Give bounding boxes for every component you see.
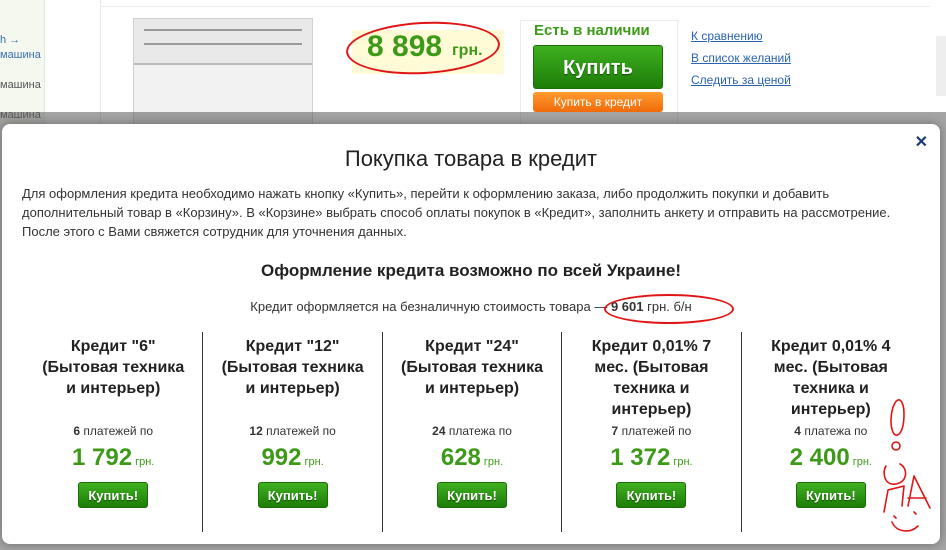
credit-instructions: Для оформления кредита необходимо нажать… — [22, 186, 891, 239]
plan-buy-button[interactable]: Купить! — [437, 482, 508, 508]
left-nav-item[interactable]: машина — [0, 79, 41, 91]
price-watch-link[interactable]: Следить за ценой — [691, 73, 791, 87]
plan-payment-amount: 1 792 грн. — [72, 444, 155, 471]
left-nav: h → машина машина машина — [0, 0, 45, 130]
plan-title: Кредит 0,01% 7 мес. (Бытовая техника и и… — [591, 338, 712, 418]
credit-plan: Кредит "6" (Бытовая техника и интерьер) … — [24, 332, 202, 532]
plan-buy-button[interactable]: Купить! — [616, 482, 687, 508]
wishlist-link[interactable]: В список желаний — [691, 51, 791, 65]
plan-title: Кредит "6" (Бытовая техника и интерьер) — [42, 338, 185, 397]
plan-buy-button[interactable]: Купить! — [257, 482, 328, 508]
plan-title: Кредит "24" (Бытовая техника и интерьер) — [401, 338, 544, 397]
product-links: К сравнению В список желаний Следить за … — [691, 29, 791, 95]
plan-payment-amount: 1 372 грн. — [610, 444, 693, 471]
buy-on-credit-button[interactable]: Купить в кредит — [533, 92, 663, 112]
plan-buy-button[interactable]: Купить! — [78, 482, 149, 508]
compare-link[interactable]: К сравнению — [691, 29, 791, 43]
divider — [100, 6, 930, 7]
plan-payment-count: 24 платежа по — [432, 424, 512, 438]
plan-payment-amount: 628 грн. — [440, 444, 504, 471]
credit-plan: Кредит "24" (Бытовая техника и интерьер)… — [381, 332, 561, 532]
plan-payment-count: 12 платежей по — [249, 424, 336, 438]
sidebar-fragment — [936, 36, 946, 96]
modal-title: Покупка товара в кредит — [344, 146, 598, 171]
credit-plans: Кредит "6" (Бытовая техника и интерьер) … — [24, 332, 920, 532]
availability-label: Есть в наличии — [534, 22, 650, 39]
plan-payment-amount: 992 грн. — [261, 444, 324, 471]
credit-modal: ✕ Покупка товара в кредит Для оформления… — [2, 124, 940, 544]
plan-title: Кредит "12" (Бытовая техника и интерьер) — [221, 338, 364, 397]
plan-buy-button[interactable]: Купить! — [795, 482, 866, 508]
credit-plan: Кредит "12" (Бытовая техника и интерьер)… — [202, 332, 381, 532]
credit-note-prefix: Кредит оформляется на безналичную стоимо… — [250, 299, 611, 314]
buy-button[interactable]: Купить — [533, 45, 663, 89]
left-nav-link[interactable]: h → — [0, 34, 20, 46]
divider — [100, 0, 101, 130]
left-nav-item[interactable]: машина — [0, 49, 41, 61]
credit-plan: Кредит 0,01% 7 мес. (Бытовая техника и и… — [561, 332, 740, 532]
credit-subheading: Оформление кредита возможно по всей Укра… — [261, 261, 681, 280]
credit-price-note: Кредит оформляется на безналичную стоимо… — [2, 299, 940, 314]
amount-annotation-circle — [604, 294, 734, 324]
handwritten-annotation — [883, 399, 931, 532]
plan-payment-count: 6 платежей по — [73, 424, 154, 438]
plan-payment-count: 7 платежей по — [611, 424, 692, 438]
